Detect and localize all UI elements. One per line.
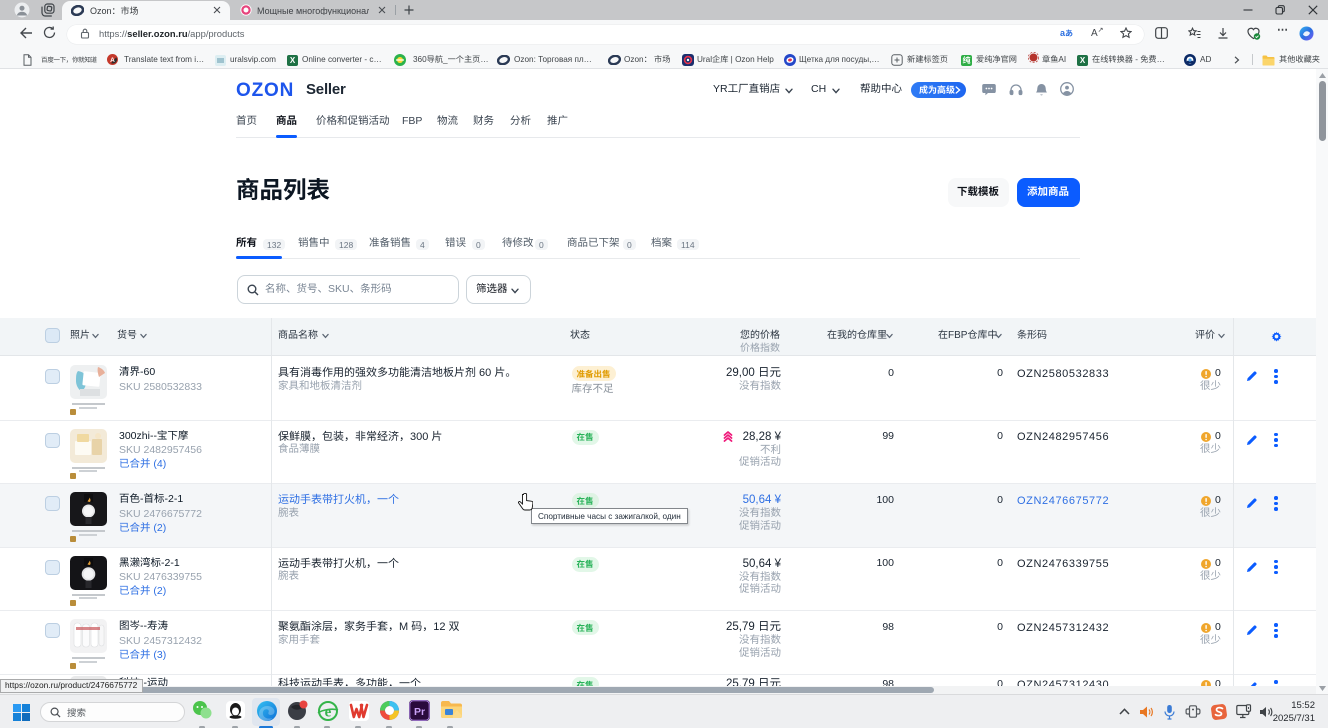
svg-text:e: e xyxy=(325,705,332,721)
svg-text:Pr: Pr xyxy=(414,706,425,718)
svg-text:A: A xyxy=(110,57,115,64)
